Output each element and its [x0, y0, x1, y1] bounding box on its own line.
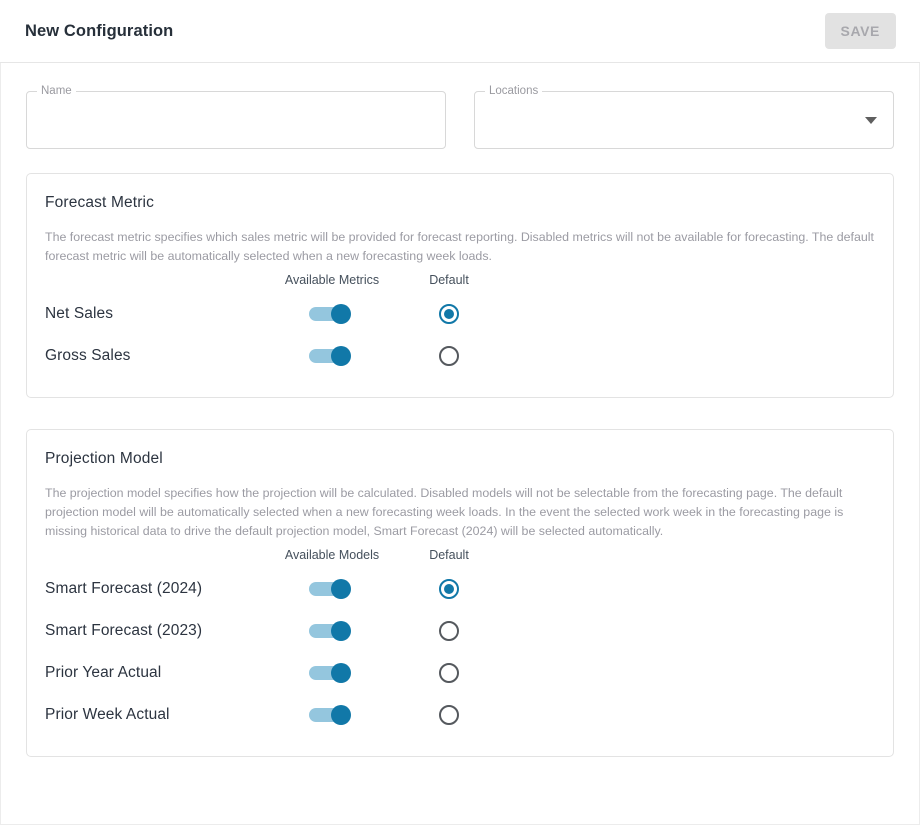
- toggle-thumb: [331, 346, 351, 366]
- metric-enable-toggle[interactable]: [309, 304, 355, 324]
- table-row: Prior Week Actual: [44, 694, 876, 736]
- spacer-header: [490, 547, 876, 568]
- projection-model-card: Projection Model The projection model sp…: [26, 429, 894, 757]
- save-button[interactable]: SAVE: [824, 13, 896, 49]
- model-label: Smart Forecast (2023): [45, 622, 203, 639]
- forecast-metric-description: The forecast metric specifies which sale…: [45, 230, 874, 263]
- model-enable-toggle[interactable]: [309, 621, 355, 641]
- forecast-metric-title: Forecast Metric: [45, 194, 155, 211]
- available-metrics-header: Available Metrics: [284, 273, 380, 287]
- metric-name-header: [44, 272, 256, 293]
- page-body: Name Locations Forecast Metric The forec…: [0, 63, 920, 825]
- toggle-thumb: [331, 621, 351, 641]
- projection-model-table: Available Models Default Smart Forecast …: [44, 547, 876, 736]
- spacer-header: [490, 272, 876, 293]
- metric-label: Gross Sales: [45, 347, 131, 364]
- toggle-thumb: [331, 705, 351, 725]
- projection-model-title: Projection Model: [45, 450, 163, 467]
- toggle-thumb: [331, 579, 351, 599]
- model-enable-toggle[interactable]: [309, 663, 355, 683]
- default-model-header: Default: [429, 548, 469, 562]
- table-row: Smart Forecast (2023): [44, 610, 876, 652]
- table-header-row: Available Models Default: [44, 547, 876, 568]
- available-models-header: Available Models: [284, 548, 380, 562]
- toggle-thumb: [331, 304, 351, 324]
- metric-default-radio[interactable]: [439, 304, 459, 324]
- page-header: New Configuration SAVE: [0, 0, 920, 63]
- model-label: Smart Forecast (2024): [45, 580, 203, 597]
- locations-dropdown-button[interactable]: [858, 91, 884, 149]
- model-enable-toggle[interactable]: [309, 579, 355, 599]
- locations-input[interactable]: [474, 91, 894, 149]
- projection-model-description: The projection model specifies how the p…: [45, 486, 844, 538]
- name-input[interactable]: [26, 91, 446, 149]
- table-header-row: Available Metrics Default: [44, 272, 876, 293]
- model-default-radio[interactable]: [439, 705, 459, 725]
- table-row: Net Sales: [44, 293, 876, 335]
- name-field-wrapper: Name: [26, 84, 446, 149]
- table-row: Smart Forecast (2024): [44, 568, 876, 610]
- page-title: New Configuration: [25, 21, 174, 40]
- forecast-metric-card: Forecast Metric The forecast metric spec…: [26, 173, 894, 398]
- metric-enable-toggle[interactable]: [309, 346, 355, 366]
- model-label: Prior Year Actual: [45, 664, 162, 681]
- form-fields-row: Name Locations: [26, 84, 894, 149]
- table-row: Prior Year Actual: [44, 652, 876, 694]
- model-name-header: [44, 547, 256, 568]
- model-label: Prior Week Actual: [45, 706, 170, 723]
- configuration-page: New Configuration SAVE Name Locations Fo…: [0, 0, 920, 825]
- metric-default-radio[interactable]: [439, 346, 459, 366]
- chevron-down-icon: [865, 116, 877, 124]
- forecast-metric-table: Available Metrics Default Net Sales Gros…: [44, 272, 876, 377]
- metric-label: Net Sales: [45, 305, 114, 322]
- model-default-radio[interactable]: [439, 663, 459, 683]
- model-default-radio[interactable]: [439, 621, 459, 641]
- locations-field-wrapper: Locations: [474, 84, 894, 149]
- model-enable-toggle[interactable]: [309, 705, 355, 725]
- table-row: Gross Sales: [44, 335, 876, 377]
- toggle-thumb: [331, 663, 351, 683]
- model-default-radio[interactable]: [439, 579, 459, 599]
- default-metric-header: Default: [429, 273, 469, 287]
